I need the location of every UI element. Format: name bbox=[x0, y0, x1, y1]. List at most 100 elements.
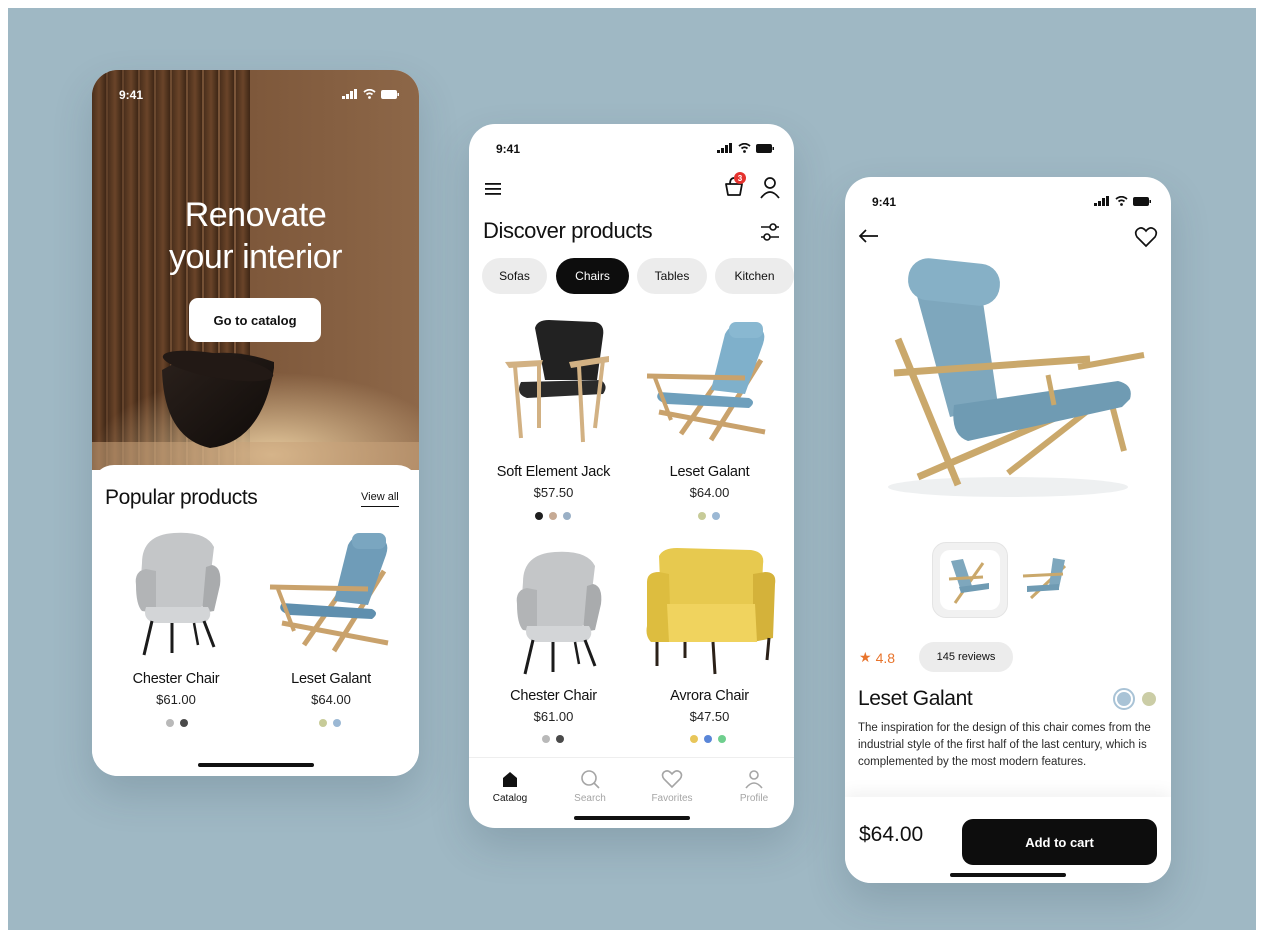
nav-label-profile: Profile bbox=[739, 793, 769, 804]
color-swatch[interactable] bbox=[556, 735, 564, 743]
view-all-link[interactable]: View all bbox=[361, 491, 399, 507]
search-icon bbox=[581, 770, 600, 789]
product-image bbox=[646, 322, 766, 442]
wifi-icon bbox=[1115, 196, 1128, 206]
signal-icon bbox=[717, 143, 732, 153]
reviews-button[interactable]: 145 reviews bbox=[919, 642, 1013, 672]
hero-title: Renovate your interior bbox=[92, 194, 419, 278]
color-swatch[interactable] bbox=[542, 735, 550, 743]
product-image bbox=[646, 548, 776, 675]
color-swatch[interactable] bbox=[704, 735, 712, 743]
color-swatch[interactable] bbox=[319, 719, 327, 727]
home-screen: 9:41 Renovate your interior Go to catalo… bbox=[92, 70, 419, 776]
popular-products-panel: Popular products View all Chester Chair … bbox=[92, 465, 419, 776]
color-swatches bbox=[690, 735, 726, 743]
status-time: 9:41 bbox=[496, 142, 521, 156]
add-to-cart-button[interactable]: Add to cart bbox=[962, 819, 1157, 865]
rating-value: 4.8 bbox=[875, 649, 896, 666]
battery-icon bbox=[1133, 196, 1151, 206]
wifi-icon bbox=[363, 89, 376, 99]
color-swatch[interactable] bbox=[712, 512, 720, 520]
home-indicator bbox=[197, 763, 314, 767]
color-swatch[interactable] bbox=[563, 512, 571, 520]
thumbnail-1[interactable] bbox=[932, 542, 1008, 618]
color-swatches bbox=[542, 735, 564, 743]
home-indicator bbox=[950, 873, 1066, 877]
product-image bbox=[269, 533, 389, 653]
color-swatch[interactable] bbox=[333, 719, 341, 727]
product-description: The inspiration for the design of this c… bbox=[858, 722, 1151, 768]
product-price: $64.00 bbox=[859, 823, 924, 846]
color-swatch[interactable] bbox=[718, 735, 726, 743]
nav-divider bbox=[469, 757, 794, 758]
product-image bbox=[135, 532, 221, 656]
hero-title-line1: Renovate bbox=[184, 196, 327, 234]
checkout-bar: $64.00 Add to cart bbox=[845, 797, 1171, 883]
go-to-catalog-button[interactable]: Go to catalog bbox=[189, 298, 321, 342]
product-price: $57.50 bbox=[533, 485, 574, 500]
nav-label-favorites: Favorites bbox=[651, 793, 693, 804]
nav-label-catalog: Catalog bbox=[492, 793, 528, 804]
status-icons bbox=[1094, 196, 1151, 206]
product-price: $47.50 bbox=[689, 709, 730, 724]
color-swatch[interactable] bbox=[166, 719, 174, 727]
category-chip-chairs[interactable]: Chairs bbox=[556, 258, 629, 294]
nav-label-search: Search bbox=[574, 793, 606, 804]
status-bar: 9:41 bbox=[845, 189, 1171, 213]
status-icons bbox=[717, 143, 774, 153]
nav-item-favorites[interactable]: Favorites bbox=[637, 769, 707, 804]
product-image bbox=[505, 320, 609, 443]
product-name: Leset Galant bbox=[669, 464, 750, 480]
product-name: Leset Galant bbox=[291, 671, 371, 687]
wifi-icon bbox=[738, 143, 751, 153]
category-chip-sofas[interactable]: Sofas bbox=[482, 258, 547, 294]
cart-button[interactable]: 3 bbox=[722, 172, 748, 200]
product-name: Avrora Chair bbox=[670, 688, 749, 704]
back-arrow-icon[interactable] bbox=[858, 228, 880, 244]
thumbnail-image bbox=[1022, 558, 1067, 600]
nav-item-catalog[interactable]: Catalog bbox=[475, 769, 545, 804]
status-bar: 9:41 bbox=[92, 82, 419, 106]
product-price: $61.00 bbox=[533, 709, 574, 724]
cart-badge: 3 bbox=[734, 172, 746, 184]
heart-icon[interactable] bbox=[1134, 226, 1158, 248]
color-swatches bbox=[319, 719, 341, 727]
status-icons bbox=[342, 89, 399, 99]
thumbnail-2[interactable] bbox=[1015, 546, 1081, 612]
color-swatch[interactable] bbox=[549, 512, 557, 520]
nav-item-search[interactable]: Search bbox=[555, 769, 625, 804]
color-swatch bbox=[1117, 692, 1131, 706]
product-name: Chester Chair bbox=[132, 671, 220, 687]
product-name: Soft Element Jack bbox=[496, 464, 611, 480]
heart-icon bbox=[661, 770, 683, 789]
color-swatch[interactable] bbox=[535, 512, 543, 520]
filter-icon[interactable] bbox=[759, 220, 781, 244]
home-indicator bbox=[573, 816, 690, 820]
rating: ★ 4.8 bbox=[859, 649, 895, 666]
product-price: $64.00 bbox=[689, 485, 730, 500]
category-chip-kitchen[interactable]: Kitchen bbox=[715, 258, 794, 294]
nav-item-profile[interactable]: Profile bbox=[719, 769, 789, 804]
color-swatches bbox=[698, 512, 720, 520]
catalog-screen: 9:41 3 Discover products Sofas Chairs Ta… bbox=[469, 124, 794, 828]
showcase-canvas: 9:41 Renovate your interior Go to catalo… bbox=[8, 8, 1256, 930]
color-option[interactable] bbox=[1142, 692, 1156, 706]
product-image bbox=[516, 551, 602, 675]
color-swatch[interactable] bbox=[180, 719, 188, 727]
category-chip-tables[interactable]: Tables bbox=[637, 258, 707, 294]
product-name: Chester Chair bbox=[510, 688, 597, 704]
product-hero-image bbox=[888, 258, 1145, 497]
color-swatch[interactable] bbox=[698, 512, 706, 520]
user-icon[interactable] bbox=[759, 176, 781, 200]
color-swatch[interactable] bbox=[690, 735, 698, 743]
status-time: 9:41 bbox=[872, 195, 897, 209]
signal-icon bbox=[342, 89, 357, 99]
page-title: Discover products bbox=[483, 218, 653, 243]
product-title: Leset Galant bbox=[858, 687, 973, 710]
section-title: Popular products bbox=[105, 486, 258, 509]
color-option-selected[interactable] bbox=[1113, 688, 1135, 710]
hero-title-line2: your interior bbox=[168, 238, 343, 276]
product-price: $61.00 bbox=[156, 692, 196, 707]
menu-icon[interactable] bbox=[484, 182, 504, 196]
color-swatches bbox=[535, 512, 571, 520]
